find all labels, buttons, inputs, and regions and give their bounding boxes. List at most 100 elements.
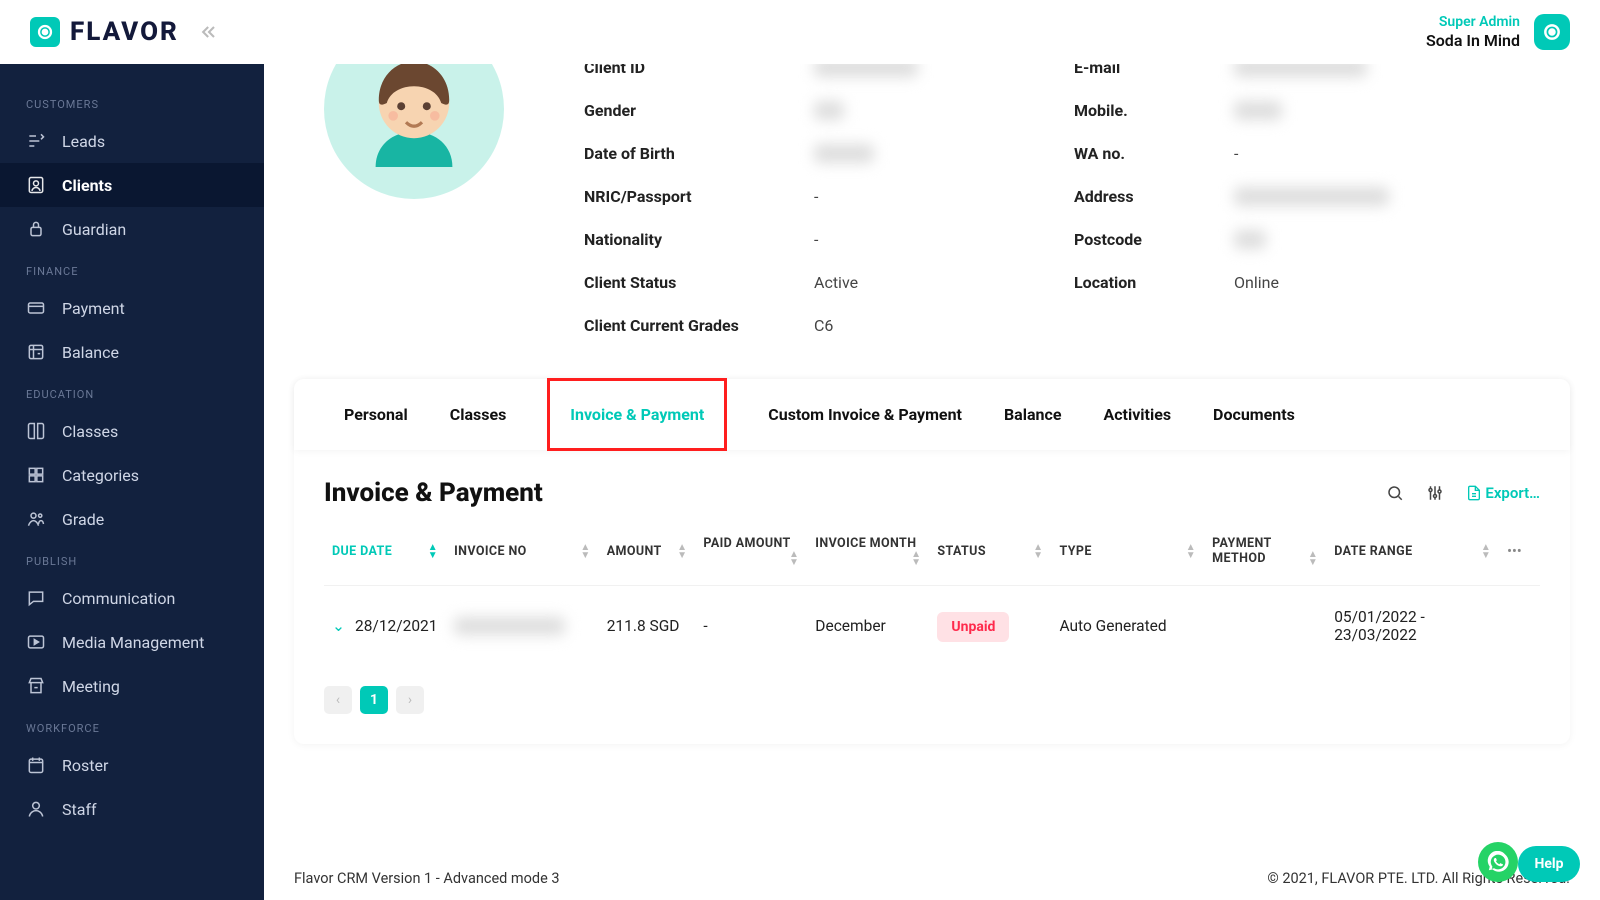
sidebar-item-payment[interactable]: Payment: [0, 286, 264, 330]
sidebar-item-communication[interactable]: Communication: [0, 576, 264, 620]
col-invoice-no[interactable]: INVOICE NO▲▼: [446, 518, 599, 586]
sidebar-item-label: Roster: [62, 756, 108, 775]
cell-status: Unpaid: [929, 586, 1051, 667]
field-value: C6: [814, 316, 1074, 335]
sidebar-item-staff[interactable]: Staff: [0, 787, 264, 831]
sidebar-item-label: Staff: [62, 800, 97, 819]
field-label: Client ID: [584, 64, 814, 77]
user-block[interactable]: Super Admin Soda In Mind: [1426, 13, 1520, 52]
field-label: Mobile.: [1074, 101, 1234, 120]
sidebar-section: CUSTOMERS: [0, 84, 264, 119]
sidebar-item-label: Meeting: [62, 677, 120, 696]
col-due-date[interactable]: DUE DATE▲▼: [324, 518, 446, 586]
field-label: Nationality: [584, 230, 814, 249]
sidebar-section: FINANCE: [0, 251, 264, 286]
calendar-icon: [26, 755, 46, 775]
field-label: Postcode: [1074, 230, 1234, 249]
sort-icon: ▲▼: [580, 544, 590, 560]
col-status[interactable]: STATUS▲▼: [929, 518, 1051, 586]
guardian-icon: [26, 219, 46, 239]
clients-icon: [26, 175, 46, 195]
sidebar-item-meeting[interactable]: Meeting: [0, 664, 264, 708]
col-paid-amount[interactable]: PAID AMOUNT▲▼: [695, 518, 807, 586]
sidebar-item-label: Grade: [62, 510, 104, 529]
table-row[interactable]: ⌄28/12/2021XXXXXXXX-XXX211.8 SGD-Decembe…: [324, 586, 1540, 667]
tab-classes[interactable]: Classes: [450, 379, 507, 450]
section-head: Invoice & Payment Export…: [294, 450, 1570, 518]
more-icon: •••: [1507, 544, 1522, 559]
sort-icon: ▲▼: [1308, 551, 1318, 567]
sidebar-item-label: Classes: [62, 422, 118, 441]
sort-icon: ▲▼: [677, 544, 687, 560]
cell-amount: 211.8 SGD: [599, 586, 696, 667]
tab-custom-invoice-payment[interactable]: Custom Invoice & Payment: [768, 379, 962, 450]
sidebar-item-categories[interactable]: Categories: [0, 453, 264, 497]
col-payment-method[interactable]: PAYMENT METHOD▲▼: [1204, 518, 1326, 586]
field-label: [1074, 316, 1234, 335]
whatsapp-button[interactable]: [1478, 842, 1518, 882]
sidebar-item-label: Leads: [62, 132, 105, 151]
field-value: -: [814, 187, 1074, 206]
field-label: NRIC/Passport: [584, 187, 814, 206]
sidebar-item-roster[interactable]: Roster: [0, 743, 264, 787]
card-icon: [26, 298, 46, 318]
sidebar: CUSTOMERS Leads Clients Guardian FINANCEPaym…: [0, 64, 264, 900]
sidebar-item-balance[interactable]: Balance: [0, 330, 264, 374]
main: Client IDXXXXXXX XXXE-mailxxxxxxxxxxxx@x…: [264, 64, 1600, 856]
tab-documents[interactable]: Documents: [1213, 379, 1295, 450]
export-link[interactable]: Export…: [1466, 484, 1540, 502]
comment-icon: [26, 588, 46, 608]
cell-paid-amount: -: [695, 586, 807, 667]
tab-invoice-payment[interactable]: Invoice & Payment: [548, 379, 726, 450]
field-label: Date of Birth: [584, 144, 814, 163]
col-date-range[interactable]: DATE RANGE▲▼: [1326, 518, 1499, 586]
brand-logo[interactable]: FLAVOR: [30, 17, 179, 47]
sidebar-item-leads[interactable]: Leads: [0, 119, 264, 163]
pagination-next[interactable]: ›: [396, 686, 424, 714]
tab-activities[interactable]: Activities: [1103, 379, 1171, 450]
sort-icon: ▲▼: [1481, 544, 1491, 560]
tab-personal[interactable]: Personal: [344, 379, 408, 450]
sidebar-item-label: Guardian: [62, 220, 126, 239]
collapse-sidebar-icon[interactable]: [199, 22, 219, 42]
safe-icon: [26, 342, 46, 362]
col-amount[interactable]: AMOUNT▲▼: [599, 518, 696, 586]
cell-due-date: ⌄28/12/2021: [324, 586, 446, 667]
footer: Flavor CRM Version 1 - Advanced mode 3 ©…: [264, 856, 1600, 900]
col-type[interactable]: TYPE▲▼: [1051, 518, 1204, 586]
pagination-prev[interactable]: ‹: [324, 686, 352, 714]
sidebar-item-label: Communication: [62, 589, 175, 608]
sidebar-item-guardian[interactable]: Guardian: [0, 207, 264, 251]
field-value: [1234, 316, 1540, 335]
col-invoice-month[interactable]: INVOICE MONTH▲▼: [807, 518, 929, 586]
field-value: xxxx: [1234, 230, 1540, 249]
field-value: xxxxx xxxxxx xxxxx xx: [1234, 187, 1540, 206]
field-label: WA no.: [1074, 144, 1234, 163]
user-avatar[interactable]: [1534, 14, 1570, 50]
filter-icon[interactable]: [1426, 484, 1444, 502]
search-icon[interactable]: [1386, 484, 1404, 502]
expand-row-icon[interactable]: ⌄: [332, 617, 345, 635]
tab-balance[interactable]: Balance: [1004, 379, 1062, 450]
sidebar-item-grade[interactable]: Grade: [0, 497, 264, 541]
sidebar-item-label: Clients: [62, 176, 112, 195]
field-value: XXXXXX: [814, 144, 1074, 163]
cell-actions: [1499, 586, 1540, 667]
sort-icon: ▲▼: [789, 551, 799, 567]
field-label: E-mail: [1074, 64, 1234, 77]
pagination: ‹ 1 ›: [294, 666, 1570, 744]
pagination-page-1[interactable]: 1: [360, 686, 388, 714]
sidebar-item-media-management[interactable]: Media Management: [0, 620, 264, 664]
help-button[interactable]: Help: [1518, 846, 1580, 882]
grid-icon: [26, 465, 46, 485]
field-value: XXXXXXX XXX: [814, 64, 1074, 77]
sort-icon: ▲▼: [1033, 544, 1043, 560]
field-value: -: [814, 230, 1074, 249]
sidebar-item-clients[interactable]: Clients: [0, 163, 264, 207]
col-actions[interactable]: •••: [1499, 518, 1540, 586]
sidebar-item-label: Categories: [62, 466, 139, 485]
sidebar-item-label: Balance: [62, 343, 119, 362]
media-icon: [26, 632, 46, 652]
sidebar-item-classes[interactable]: Classes: [0, 409, 264, 453]
staff-icon: [26, 799, 46, 819]
